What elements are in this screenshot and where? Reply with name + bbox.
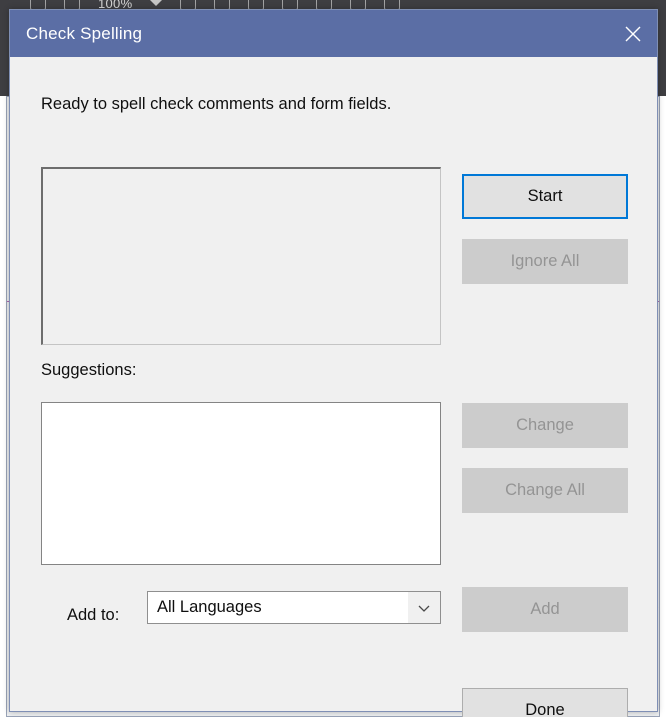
start-button[interactable]: Start — [462, 174, 628, 219]
suggestions-list[interactable] — [41, 402, 441, 565]
status-message: Ready to spell check comments and form f… — [41, 95, 392, 113]
close-button[interactable] — [609, 10, 657, 57]
check-spelling-dialog: Check Spelling Ready to spell check comm… — [9, 9, 658, 717]
chevron-down-icon[interactable] — [408, 592, 440, 623]
close-icon — [625, 26, 641, 41]
done-button[interactable]: Done — [462, 688, 628, 717]
dialog-body: Ready to spell check comments and form f… — [10, 57, 657, 717]
dialog-title-bar: Check Spelling — [10, 10, 657, 57]
suggestions-label: Suggestions: — [41, 361, 137, 379]
ignore-all-button: Ignore All — [462, 239, 628, 284]
document-text-fragment: t — [9, 713, 15, 716]
change-button: Change — [462, 403, 628, 448]
language-selected-value: All Languages — [157, 598, 262, 616]
change-all-button: Change All — [462, 468, 628, 513]
language-dictionary-select[interactable]: All Languages — [147, 591, 441, 624]
misspelled-word-list — [41, 167, 441, 345]
dialog-title: Check Spelling — [26, 23, 143, 43]
add-to-label: Add to: — [67, 606, 120, 624]
chevron-down-icon[interactable] — [150, 0, 163, 6]
add-button: Add — [462, 587, 628, 632]
